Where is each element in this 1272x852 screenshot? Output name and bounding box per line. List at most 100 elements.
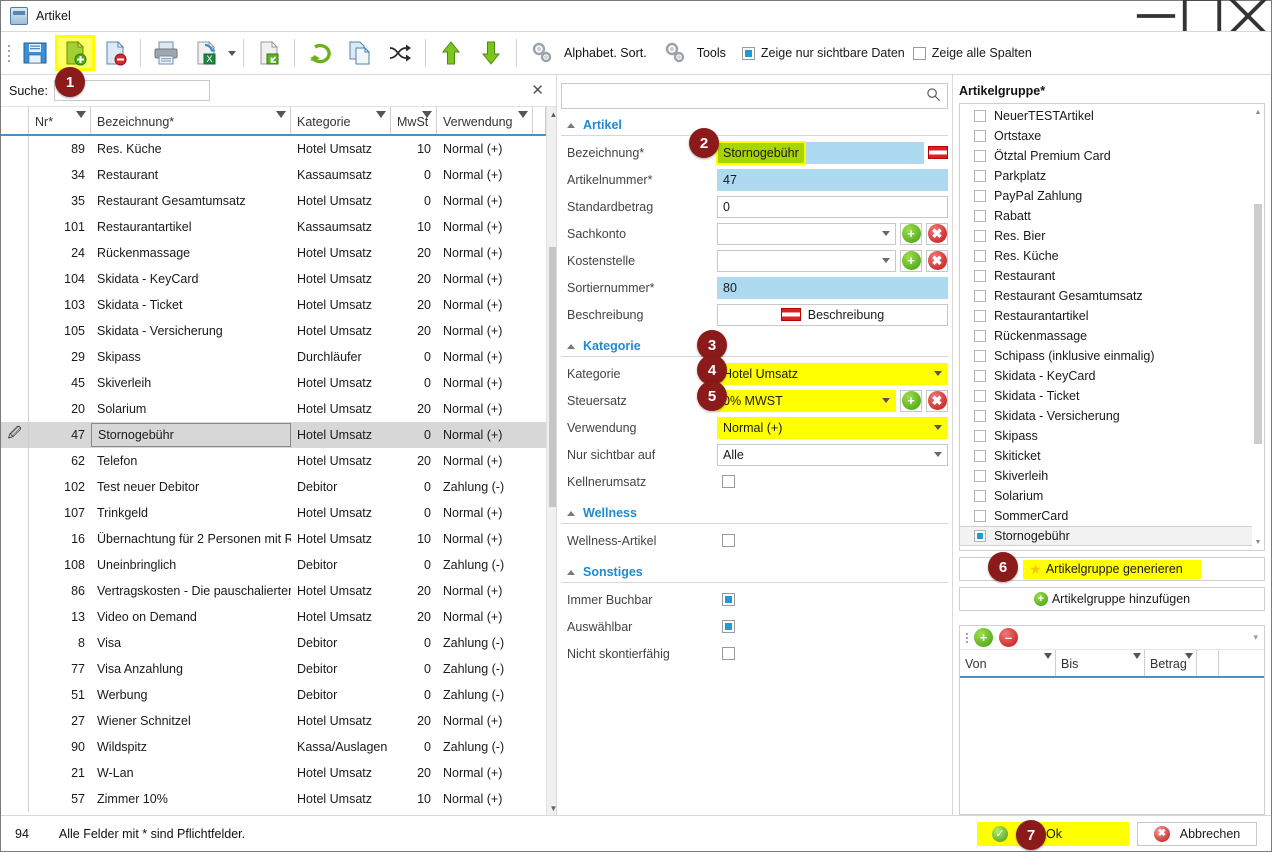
list-item[interactable]: Stornogebühr bbox=[960, 526, 1252, 546]
group-checkbox[interactable] bbox=[974, 510, 986, 522]
export-dropdown-arrow[interactable] bbox=[226, 41, 238, 65]
group-checkbox[interactable] bbox=[974, 390, 986, 402]
beschreibung-button[interactable]: Beschreibung bbox=[717, 303, 948, 326]
steuersatz-dropdown[interactable]: 0% MWST bbox=[717, 389, 896, 412]
grid-header-bezeichnung[interactable]: Bezeichnung* bbox=[91, 107, 291, 134]
table-row[interactable]: 16 Übernachtung für 2 Personen mit Rc Hote… bbox=[1, 526, 546, 552]
group-checkbox[interactable] bbox=[974, 130, 986, 142]
steuersatz-delete-button[interactable]: ✖ bbox=[926, 389, 948, 412]
group-checkbox[interactable] bbox=[974, 290, 986, 302]
table-row[interactable]: 103 Skidata - Ticket Hotel Umsatz 20 Normal … bbox=[1, 292, 546, 318]
group-list-scrollbar[interactable]: ▲ ▼ bbox=[1252, 104, 1264, 550]
collapse-caret-icon[interactable] bbox=[567, 569, 575, 575]
list-item[interactable]: Restaurantartikel bbox=[960, 306, 1252, 326]
list-item[interactable]: NeuerTESTArtikel bbox=[960, 106, 1252, 126]
section-header-kategorie[interactable]: Kategorie bbox=[561, 334, 948, 357]
tools-button[interactable] bbox=[655, 35, 695, 71]
table-row[interactable]: 13 Video on Demand Hotel Umsatz 20 Normal (+… bbox=[1, 604, 546, 630]
collapse-caret-icon[interactable] bbox=[567, 122, 575, 128]
save-button[interactable] bbox=[15, 35, 55, 71]
filter-icon[interactable] bbox=[376, 111, 386, 118]
austria-flag-icon[interactable] bbox=[928, 146, 948, 159]
nur-sichtbar-dropdown[interactable]: Alle bbox=[717, 443, 948, 466]
detail-search-input[interactable] bbox=[568, 88, 926, 104]
alphabet-sort-button[interactable] bbox=[522, 35, 562, 71]
chevron-down-icon[interactable] bbox=[934, 425, 942, 430]
table-row[interactable]: 🖉 47 Stornogebühr Hotel Umsatz 0 Normal (+) bbox=[1, 422, 546, 448]
group-checkbox[interactable] bbox=[974, 190, 986, 202]
list-item[interactable]: Schipass (inklusive einmalig) bbox=[960, 346, 1252, 366]
wellness-artikel-checkbox[interactable] bbox=[722, 534, 735, 547]
kellnerumsatz-checkbox[interactable] bbox=[722, 475, 735, 488]
list-item[interactable]: Rückenmassage bbox=[960, 326, 1252, 346]
list-item[interactable]: Rabatt bbox=[960, 206, 1252, 226]
list-item[interactable]: Parkplatz bbox=[960, 166, 1252, 186]
price-header-von[interactable]: Von bbox=[960, 650, 1056, 676]
filter-icon[interactable] bbox=[276, 111, 286, 118]
table-row[interactable]: 8 Visa Debitor 0 Zahlung (-) bbox=[1, 630, 546, 656]
filter-icon[interactable] bbox=[76, 111, 86, 118]
nicht-skontierfaehig-checkbox[interactable] bbox=[722, 647, 735, 660]
filter-icon[interactable] bbox=[1185, 653, 1193, 659]
group-checkbox[interactable] bbox=[974, 310, 986, 322]
ok-button[interactable]: ✓ Ok bbox=[977, 821, 1129, 846]
table-row[interactable]: 86 Vertragskosten - Die pauschalierten Hot… bbox=[1, 578, 546, 604]
grid-header-kategorie[interactable]: Kategorie bbox=[291, 107, 391, 134]
list-item[interactable]: Skiverleih bbox=[960, 466, 1252, 486]
table-row[interactable]: 51 Werbung Debitor 0 Zahlung (-) bbox=[1, 682, 546, 708]
chevron-down-icon[interactable] bbox=[882, 231, 890, 236]
merge-button[interactable] bbox=[380, 35, 420, 71]
add-group-button[interactable]: + Artikelgruppe hinzufügen bbox=[959, 587, 1265, 611]
price-header-bis[interactable]: Bis bbox=[1056, 650, 1145, 676]
chevron-down-icon[interactable] bbox=[882, 258, 890, 263]
price-remove-button[interactable]: – bbox=[999, 628, 1018, 647]
price-header-betrag[interactable]: Betrag bbox=[1145, 650, 1197, 676]
group-checkbox[interactable] bbox=[974, 230, 986, 242]
list-item-partial[interactable] bbox=[960, 546, 1252, 550]
chevron-down-icon[interactable] bbox=[934, 452, 942, 457]
scroll-thumb[interactable] bbox=[1254, 204, 1262, 444]
kostenstelle-delete-button[interactable]: ✖ bbox=[926, 249, 948, 272]
section-header-artikel[interactable]: Artikel bbox=[561, 113, 948, 136]
table-row[interactable]: 105 Skidata - Versicherung Hotel Umsatz 20 N… bbox=[1, 318, 546, 344]
import-button[interactable] bbox=[249, 35, 289, 71]
steuersatz-add-button[interactable]: + bbox=[900, 389, 922, 412]
list-item[interactable]: Skidata - KeyCard bbox=[960, 366, 1252, 386]
print-button[interactable] bbox=[146, 35, 186, 71]
list-item[interactable]: Skidata - Ticket bbox=[960, 386, 1252, 406]
list-item[interactable]: Ortstaxe bbox=[960, 126, 1252, 146]
group-checkbox[interactable] bbox=[974, 410, 986, 422]
table-row[interactable]: 35 Restaurant Gesamtumsatz Hotel Umsatz 0 No… bbox=[1, 188, 546, 214]
sachkonto-add-button[interactable]: + bbox=[900, 222, 922, 245]
list-item[interactable]: Restaurant bbox=[960, 266, 1252, 286]
tools-label[interactable]: Tools bbox=[697, 46, 726, 60]
table-row[interactable]: 89 Res. Küche Hotel Umsatz 10 Normal (+) bbox=[1, 136, 546, 162]
article-group-list[interactable]: NeuerTESTArtikel Ortstaxe Ötztal Premium C… bbox=[959, 103, 1265, 551]
list-item[interactable]: Solarium bbox=[960, 486, 1252, 506]
cell-bezeichnung[interactable]: Stornogebühr bbox=[91, 423, 291, 447]
group-checkbox[interactable] bbox=[974, 350, 986, 362]
cancel-button[interactable]: ✖ Abbrechen bbox=[1137, 821, 1257, 846]
auswaehlbar-checkbox[interactable] bbox=[722, 620, 735, 633]
grid-header-nr[interactable]: Nr* bbox=[29, 107, 91, 134]
scroll-down-icon[interactable]: ▼ bbox=[547, 801, 556, 815]
filter-icon[interactable] bbox=[1133, 653, 1141, 659]
table-row[interactable]: 34 Restaurant Kassaumsatz 0 Normal (+) bbox=[1, 162, 546, 188]
maximize-icon[interactable] bbox=[1179, 0, 1225, 35]
bezeichnung-field[interactable]: Stornogebühr bbox=[716, 140, 924, 165]
group-checkbox[interactable] bbox=[974, 150, 986, 162]
verwendung-dropdown[interactable]: Normal (+) bbox=[717, 416, 948, 439]
grid-header-verwendung[interactable]: Verwendung bbox=[437, 107, 533, 134]
chevron-down-icon[interactable] bbox=[934, 371, 942, 376]
list-item[interactable]: Res. Bier bbox=[960, 226, 1252, 246]
table-row[interactable]: 107 Trinkgeld Hotel Umsatz 0 Normal (+) bbox=[1, 500, 546, 526]
scroll-up-icon[interactable]: ▲ bbox=[1252, 106, 1264, 118]
table-row[interactable]: 24 Rückenmassage Hotel Umsatz 20 Normal (+) bbox=[1, 240, 546, 266]
sortiernummer-input[interactable]: 80 bbox=[717, 276, 948, 299]
table-row[interactable]: 45 Skiverleih Hotel Umsatz 0 Normal (+) bbox=[1, 370, 546, 396]
section-header-wellness[interactable]: Wellness bbox=[561, 501, 948, 524]
list-item[interactable]: Restaurant Gesamtumsatz bbox=[960, 286, 1252, 306]
overflow-icon[interactable]: ▾ bbox=[1253, 632, 1258, 643]
immer-buchbar-checkbox[interactable] bbox=[722, 593, 735, 606]
list-item[interactable]: Skiticket bbox=[960, 446, 1252, 466]
